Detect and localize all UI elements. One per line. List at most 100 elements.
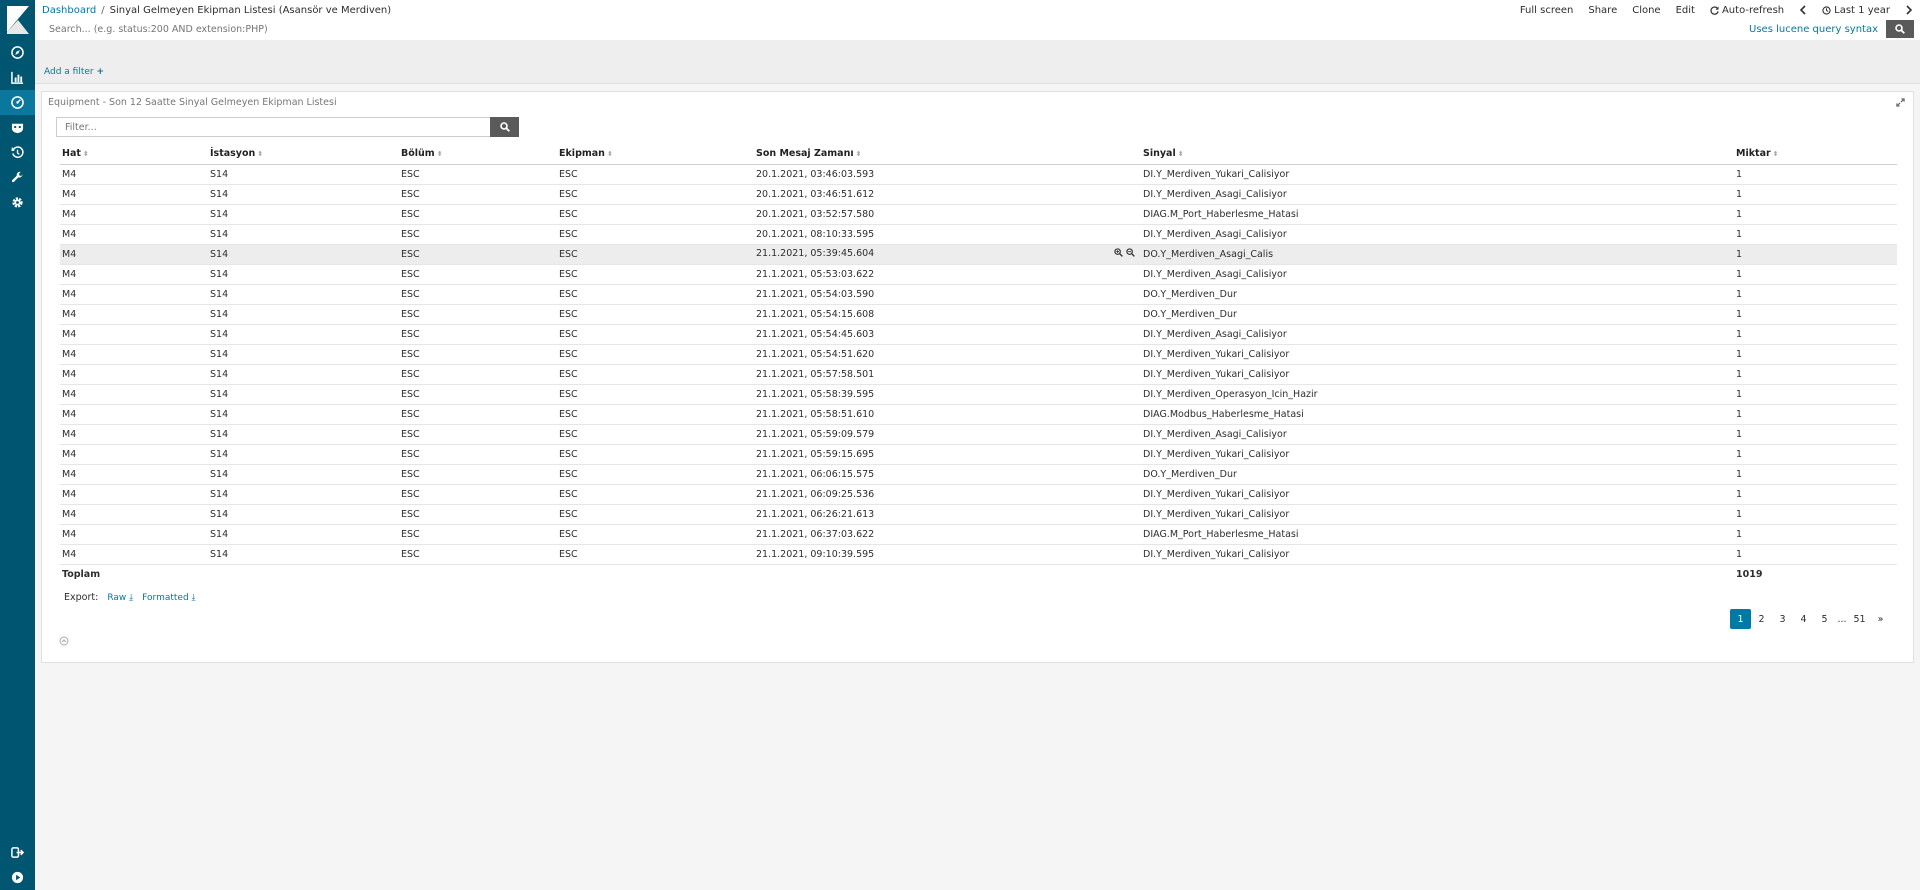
cell-sinyal: DIAG.M_Port_Haberlesme_Hatasi xyxy=(1141,524,1734,545)
cell-sinyal: DI.Y_Merdiven_Asagi_Calisiyor xyxy=(1141,264,1734,285)
full-screen-button[interactable]: Full screen xyxy=(1520,5,1574,16)
lucene-syntax-link[interactable]: Uses lucene query syntax xyxy=(1749,24,1878,35)
top-nav-bar: Dashboard / Sinyal Gelmeyen Ekipman List… xyxy=(35,0,1920,20)
page-2-button[interactable]: 2 xyxy=(1751,609,1772,629)
time-next-button[interactable] xyxy=(1905,5,1913,15)
next-page-button[interactable]: » xyxy=(1870,609,1891,629)
table-filter-input[interactable] xyxy=(56,117,491,137)
export-raw-link[interactable]: Raw ⤓ xyxy=(107,593,133,603)
time-picker-button[interactable]: Last 1 year xyxy=(1822,5,1890,16)
breadcrumb-dashboard-link[interactable]: Dashboard xyxy=(42,5,96,16)
zoom-in-icon[interactable] xyxy=(1114,248,1123,257)
zoom-out-icon[interactable] xyxy=(1126,248,1135,257)
column-header-istasyon[interactable]: İstasyon ⬍ xyxy=(208,144,399,165)
cell-son-mesaj-zamani: 20.1.2021, 03:52:57.580 xyxy=(754,204,1141,225)
filter-zoom-icons[interactable] xyxy=(1114,248,1135,260)
cell-hat: M4 xyxy=(60,204,208,225)
cell-son-mesaj-zamani: 21.1.2021, 05:58:51.610 xyxy=(754,404,1141,425)
cell-miktar: 1 xyxy=(1734,524,1897,545)
cell-ekipman: ESC xyxy=(557,364,754,385)
cell-sinyal: DI.Y_Merdiven_Asagi_Calisiyor xyxy=(1141,324,1734,345)
cell-son-mesaj-zamani: 21.1.2021, 06:06:15.575 xyxy=(754,464,1141,485)
collapse-sidebar-icon[interactable] xyxy=(0,865,35,890)
page-title: Sinyal Gelmeyen Ekipman Listesi (Asansör… xyxy=(109,4,392,16)
management-gear-icon[interactable] xyxy=(0,190,35,215)
table-header-row: Hat ⬍ İstasyon ⬍ Bölüm ⬍ Ekipman ⬍ Son Mesaj… xyxy=(60,144,1897,165)
table-row: M4 S14 ESC ESC 21.1.2021, 06:09:25.536 DI.Y_M… xyxy=(60,484,1897,505)
search-input[interactable] xyxy=(41,20,1750,38)
page-5-button[interactable]: 5 xyxy=(1814,609,1835,629)
column-header-son-mesaj-zamani[interactable]: Son Mesaj Zamanı ⬍ xyxy=(754,144,1141,165)
cell-bolum: ESC xyxy=(399,524,557,545)
cell-sinyal: DI.Y_Merdiven_Yukari_Calisiyor xyxy=(1141,484,1734,505)
cell-miktar: 1 xyxy=(1734,484,1897,505)
cell-son-mesaj-zamani: 21.1.2021, 06:26:21.613 xyxy=(754,504,1141,525)
share-button[interactable]: Share xyxy=(1588,5,1617,16)
auto-refresh-button[interactable]: Auto-refresh xyxy=(1710,5,1784,16)
table-filter-button[interactable] xyxy=(490,117,519,137)
devtools-wrench-icon[interactable] xyxy=(0,165,35,190)
cell-son-mesaj-zamani: 20.1.2021, 08:10:33.595 xyxy=(754,224,1141,245)
cell-bolum: ESC xyxy=(399,164,557,185)
cell-son-mesaj-zamani: 21.1.2021, 05:54:03.590 xyxy=(754,284,1141,305)
page-3-button[interactable]: 3 xyxy=(1772,609,1793,629)
cell-istasyon: S14 xyxy=(208,364,399,385)
visualize-chart-icon[interactable] xyxy=(0,65,35,90)
column-header-sinyal[interactable]: Sinyal ⬍ xyxy=(1141,144,1734,165)
add-filter-button[interactable]: Add a filter + xyxy=(44,67,104,77)
clone-button[interactable]: Clone xyxy=(1632,5,1660,16)
search-submit-button[interactable] xyxy=(1886,20,1914,38)
cell-sinyal: DO.Y_Merdiven_Dur xyxy=(1141,304,1734,325)
cell-sinyal: DI.Y_Merdiven_Asagi_Calisiyor xyxy=(1141,424,1734,445)
page-1-button[interactable]: 1 xyxy=(1730,609,1751,629)
discover-compass-icon[interactable] xyxy=(0,40,35,65)
cell-miktar: 1 xyxy=(1734,544,1897,565)
column-header-label: Bölüm xyxy=(401,148,435,160)
sort-icon: ⬍ xyxy=(1772,150,1779,159)
export-formatted-link[interactable]: Formatted ⤓ xyxy=(142,593,195,603)
cell-ekipman: ESC xyxy=(557,444,754,465)
column-header-hat[interactable]: Hat ⬍ xyxy=(60,144,208,165)
column-header-bolum[interactable]: Bölüm ⬍ xyxy=(399,144,557,165)
cell-sinyal: DI.Y_Merdiven_Yukari_Calisiyor xyxy=(1141,444,1734,465)
pagination-ellipsis: ... xyxy=(1837,613,1847,625)
cell-istasyon: S14 xyxy=(208,424,399,445)
cell-ekipman: ESC xyxy=(557,424,754,445)
column-header-ekipman[interactable]: Ekipman ⬍ xyxy=(557,144,754,165)
sort-icon: ⬍ xyxy=(855,150,862,159)
dashboard-gauge-icon[interactable] xyxy=(0,90,35,115)
column-header-label: Hat xyxy=(62,148,81,160)
edit-button[interactable]: Edit xyxy=(1676,5,1695,16)
search-icon xyxy=(1895,24,1905,34)
table-row: M4 S14 ESC ESC 21.1.2021, 05:54:51.620 DI.Y_M… xyxy=(60,344,1897,365)
column-header-miktar[interactable]: Miktar ⬍ xyxy=(1734,144,1897,165)
page-4-button[interactable]: 4 xyxy=(1793,609,1814,629)
cell-sinyal: DI.Y_Merdiven_Yukari_Calisiyor xyxy=(1141,364,1734,385)
cell-istasyon: S14 xyxy=(208,324,399,345)
kibana-logo-icon[interactable] xyxy=(0,0,35,40)
search-icon xyxy=(499,122,510,132)
total-value: 1019 xyxy=(1736,568,1763,580)
cell-istasyon: S14 xyxy=(208,264,399,285)
history-clock-icon[interactable] xyxy=(0,140,35,165)
table-row: M4 S14 ESC ESC 21.1.2021, 05:57:58.501 DI.Y_M… xyxy=(60,364,1897,385)
cell-istasyon: S14 xyxy=(208,164,399,185)
export-raw-label: Raw xyxy=(107,593,127,603)
cell-hat: M4 xyxy=(60,364,208,385)
cell-miktar: 1 xyxy=(1734,224,1897,245)
cell-miktar: 1 xyxy=(1734,304,1897,325)
cell-istasyon: S14 xyxy=(208,204,399,225)
cell-bolum: ESC xyxy=(399,224,557,245)
cell-ekipman: ESC xyxy=(557,384,754,405)
cell-miktar: 1 xyxy=(1734,364,1897,385)
timelion-mask-icon[interactable] xyxy=(0,115,35,140)
expand-panel-icon[interactable] xyxy=(1896,98,1905,110)
sort-icon: ⬍ xyxy=(606,150,613,159)
cell-miktar: 1 xyxy=(1734,404,1897,425)
page-51-button[interactable]: 51 xyxy=(1849,609,1870,629)
logout-icon[interactable] xyxy=(0,840,35,865)
column-header-label: Ekipman xyxy=(559,148,605,160)
scroll-to-top-icon[interactable] xyxy=(59,636,69,649)
time-prev-button[interactable] xyxy=(1799,5,1807,15)
cell-hat: M4 xyxy=(60,164,208,185)
